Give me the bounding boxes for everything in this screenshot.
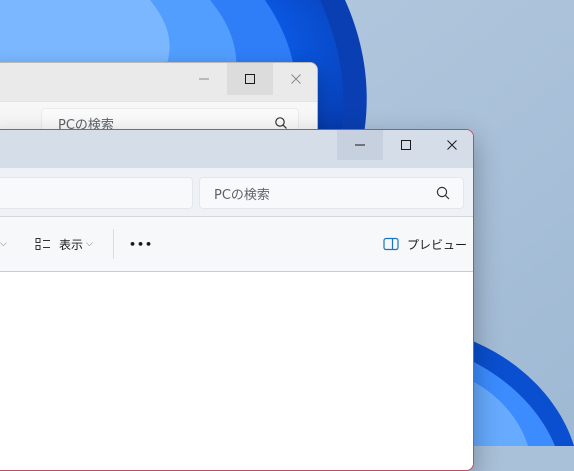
search-input[interactable]: PCの検索 xyxy=(199,177,464,209)
chevron-down-icon: ⌵ xyxy=(86,239,93,249)
sort-dropdown-button[interactable]: ⌵ xyxy=(0,217,7,271)
search-icon xyxy=(436,186,450,200)
close-icon xyxy=(447,140,457,150)
minimize-icon xyxy=(355,144,365,146)
preview-label: プレビュー xyxy=(407,237,468,252)
maximize-icon xyxy=(401,140,411,150)
search-placeholder: PCの検索 xyxy=(214,187,270,203)
command-bar: ⌵ 表示 ⌵ ••• プレビュー xyxy=(0,217,473,272)
maximize-button[interactable] xyxy=(383,130,429,160)
search-icon xyxy=(275,117,287,129)
title-bar[interactable] xyxy=(0,130,473,168)
view-list-icon xyxy=(35,238,50,250)
toolbar-divider xyxy=(113,229,114,259)
maximize-button[interactable] xyxy=(227,63,273,95)
preview-pane-icon xyxy=(383,237,399,251)
chevron-down-icon: ⌵ xyxy=(0,239,7,249)
title-bar[interactable] xyxy=(0,63,317,101)
close-button[interactable] xyxy=(429,130,473,160)
minimize-icon xyxy=(199,78,209,80)
minimize-button[interactable] xyxy=(337,130,383,160)
more-options-button[interactable]: ••• xyxy=(129,217,153,271)
close-button[interactable] xyxy=(273,63,317,95)
file-list-area[interactable] xyxy=(0,272,473,470)
view-button[interactable]: 表示 ⌵ xyxy=(35,217,93,271)
maximize-icon xyxy=(245,74,255,84)
more-options-icon: ••• xyxy=(129,237,154,251)
address-bar: PCの検索 xyxy=(0,168,473,217)
close-icon xyxy=(291,74,301,84)
preview-pane-button[interactable]: プレビュー xyxy=(383,217,467,271)
explorer-window[interactable]: PCの検索 ⌵ 表示 ⌵ ••• プレビュー xyxy=(0,129,474,471)
minimize-button[interactable] xyxy=(181,63,227,95)
address-field[interactable] xyxy=(0,177,193,209)
view-label: 表示 xyxy=(59,237,84,252)
